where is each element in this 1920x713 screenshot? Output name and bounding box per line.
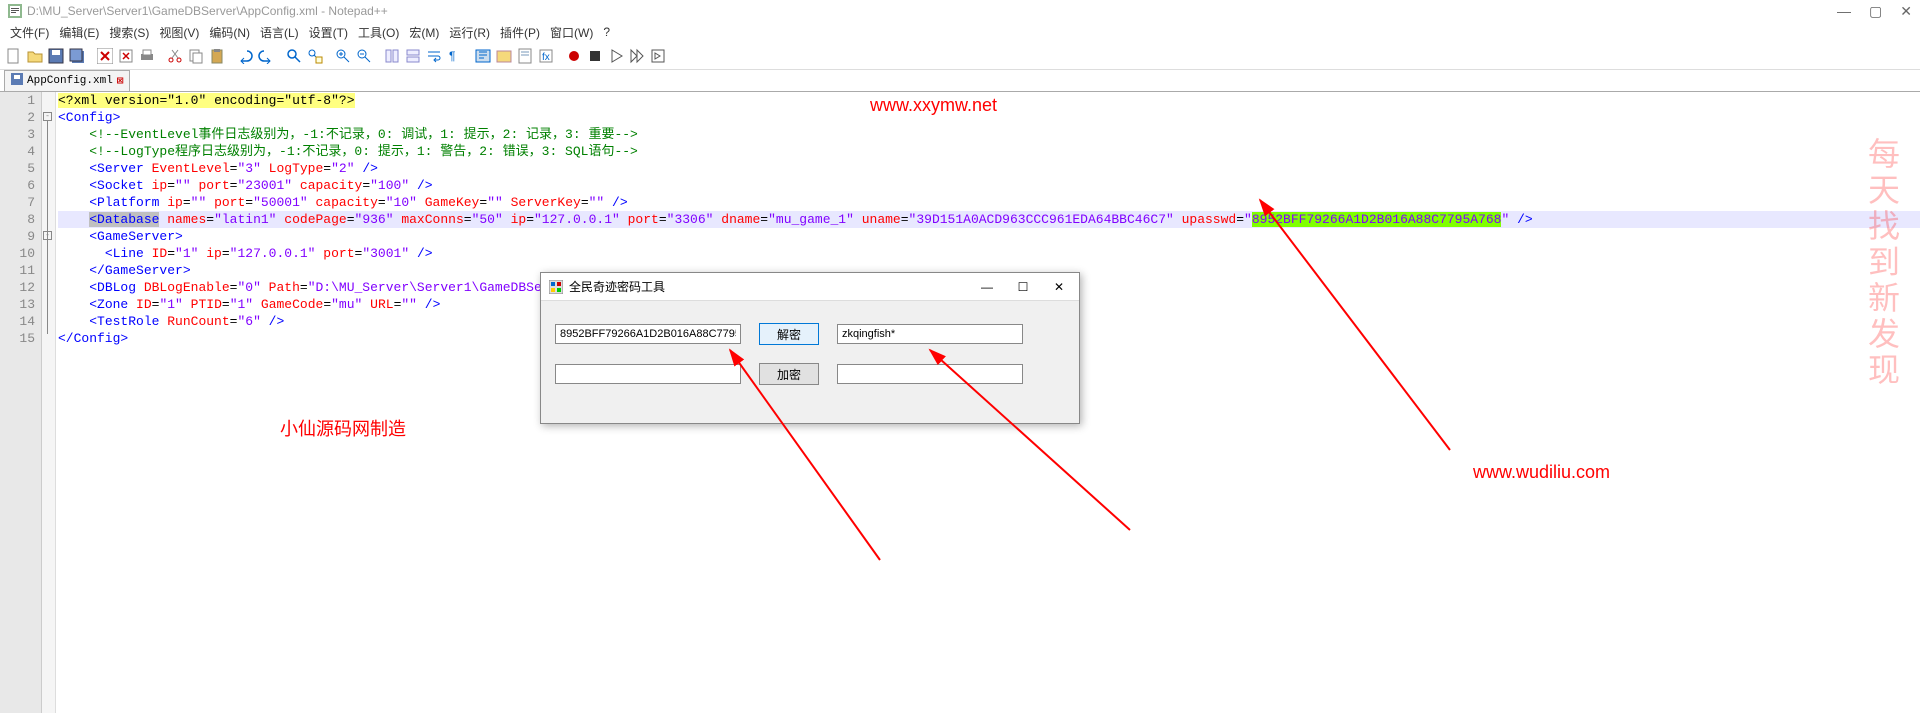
line-number-gutter: 123456789101112131415 [0, 92, 42, 713]
record-macro-icon[interactable] [564, 46, 584, 66]
encrypt-button[interactable]: 加密 [759, 363, 819, 385]
open-file-icon[interactable] [25, 46, 45, 66]
decrypted-output[interactable] [837, 324, 1023, 344]
password-tool-dialog: 全民奇迹密码工具 — ☐ ✕ 解密 加密 [540, 272, 1080, 424]
dialog-minimize-button[interactable]: — [975, 280, 999, 294]
menu-plugins[interactable]: 插件(P) [496, 22, 544, 43]
tab-file-icon [11, 73, 23, 89]
save-icon[interactable] [46, 46, 66, 66]
toolbar: ¶ fx [0, 42, 1920, 70]
save-all-icon[interactable] [67, 46, 87, 66]
watermark-url-bottom: www.wudiliu.com [1473, 462, 1610, 483]
save-macro-icon[interactable] [648, 46, 668, 66]
indent-guide-icon[interactable] [473, 46, 493, 66]
copy-icon[interactable] [186, 46, 206, 66]
fold-toggle-icon[interactable]: - [43, 231, 52, 240]
decrypt-button[interactable]: 解密 [759, 323, 819, 345]
close-button[interactable]: ✕ [1900, 3, 1912, 20]
zoom-out-icon[interactable] [354, 46, 374, 66]
close-file-icon[interactable] [95, 46, 115, 66]
undo-icon[interactable] [235, 46, 255, 66]
menu-file[interactable]: 文件(F) [6, 22, 53, 43]
function-list-icon[interactable]: fx [536, 46, 556, 66]
folder-as-workspace-icon[interactable] [494, 46, 514, 66]
tab-bar: AppConfig.xml ⊠ [0, 70, 1920, 92]
dialog-close-button[interactable]: ✕ [1047, 280, 1071, 294]
menu-settings[interactable]: 设置(T) [305, 22, 352, 43]
new-file-icon[interactable] [4, 46, 24, 66]
fold-toggle-icon[interactable]: - [43, 112, 52, 121]
dialog-maximize-button[interactable]: ☐ [1011, 280, 1035, 294]
minimize-button[interactable]: — [1837, 3, 1851, 20]
wrap-icon[interactable] [424, 46, 444, 66]
watermark-text-left: 小仙源码网制造 [280, 415, 406, 441]
tab-appconfig[interactable]: AppConfig.xml ⊠ [4, 70, 130, 91]
stop-macro-icon[interactable] [585, 46, 605, 66]
menu-search[interactable]: 搜索(S) [105, 22, 153, 43]
sync-h-icon[interactable] [403, 46, 423, 66]
menu-edit[interactable]: 编辑(E) [55, 22, 103, 43]
menu-run[interactable]: 运行(R) [445, 22, 494, 43]
watermark-url-top: www.xxymw.net [870, 95, 997, 116]
encrypted-input[interactable] [555, 324, 741, 344]
maximize-button[interactable]: ▢ [1869, 3, 1882, 20]
menu-help[interactable]: ? [599, 23, 614, 41]
svg-text:fx: fx [542, 52, 550, 63]
window-title-bar: D:\MU_Server\Server1\GameDBServer\AppCon… [0, 0, 1920, 22]
doc-map-icon[interactable] [515, 46, 535, 66]
menu-language[interactable]: 语言(L) [256, 22, 303, 43]
menu-window[interactable]: 窗口(W) [546, 22, 597, 43]
play-multi-icon[interactable] [627, 46, 647, 66]
watermark-text-right: 每天找到新发现 [1859, 137, 1905, 389]
zoom-in-icon[interactable] [333, 46, 353, 66]
encrypted-output[interactable] [837, 364, 1023, 384]
tab-close-icon[interactable]: ⊠ [117, 74, 124, 88]
plain-input[interactable] [555, 364, 741, 384]
menu-view[interactable]: 视图(V) [155, 22, 203, 43]
cut-icon[interactable] [165, 46, 185, 66]
svg-text:¶: ¶ [449, 49, 455, 63]
replace-icon[interactable] [305, 46, 325, 66]
dialog-icon [549, 280, 563, 294]
menu-bar: 文件(F) 编辑(E) 搜索(S) 视图(V) 编码(N) 语言(L) 设置(T… [0, 22, 1920, 42]
sync-v-icon[interactable] [382, 46, 402, 66]
fold-gutter: - - [42, 92, 56, 713]
close-all-icon[interactable] [116, 46, 136, 66]
window-controls: — ▢ ✕ [1837, 3, 1912, 20]
find-icon[interactable] [284, 46, 304, 66]
redo-icon[interactable] [256, 46, 276, 66]
menu-macro[interactable]: 宏(M) [405, 22, 443, 43]
play-macro-icon[interactable] [606, 46, 626, 66]
dialog-title-bar[interactable]: 全民奇迹密码工具 — ☐ ✕ [541, 273, 1079, 301]
tab-label: AppConfig.xml [27, 75, 113, 87]
paste-icon[interactable] [207, 46, 227, 66]
hidden-chars-icon[interactable]: ¶ [445, 46, 465, 66]
window-title-text: D:\MU_Server\Server1\GameDBServer\AppCon… [27, 4, 1837, 18]
print-icon[interactable] [137, 46, 157, 66]
menu-tools[interactable]: 工具(O) [354, 22, 403, 43]
menu-encoding[interactable]: 编码(N) [205, 22, 254, 43]
dialog-title-text: 全民奇迹密码工具 [569, 278, 975, 295]
notepadpp-icon [8, 4, 22, 18]
